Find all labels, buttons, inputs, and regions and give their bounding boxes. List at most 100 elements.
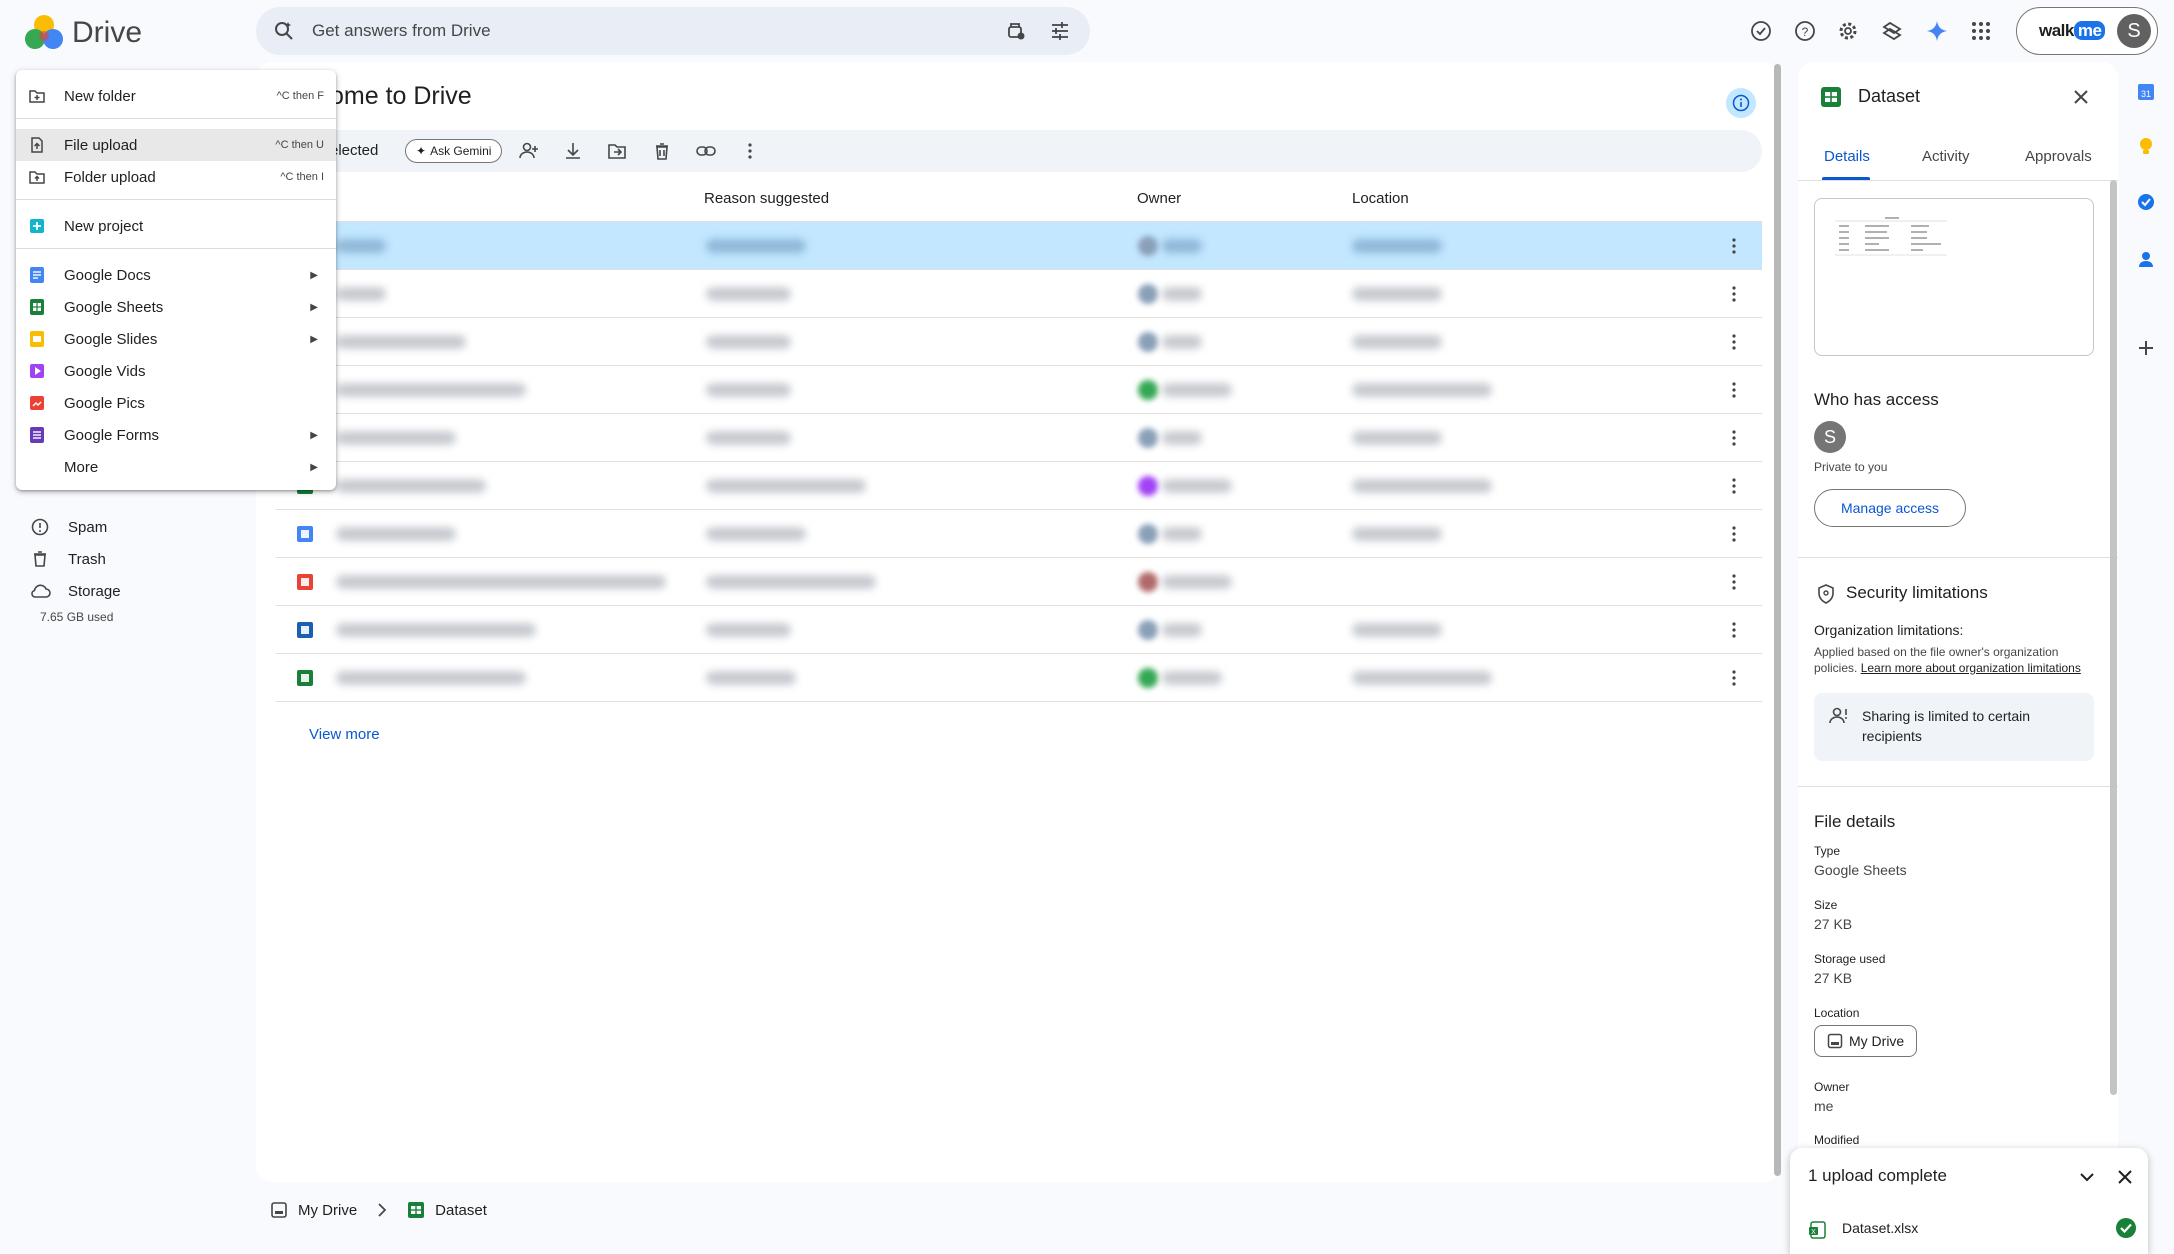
more-vert-icon[interactable] (1722, 330, 1746, 354)
file-row[interactable] (276, 654, 1762, 702)
sheets-icon (1820, 86, 1842, 108)
file-row[interactable] (276, 462, 1762, 510)
view-more-link[interactable]: View more (309, 726, 380, 743)
menu-item-google-vids[interactable]: Google Vids (16, 355, 336, 387)
forms-icon (28, 426, 46, 444)
file-row[interactable] (276, 318, 1762, 366)
tab-activity[interactable]: Activity (1922, 148, 1970, 165)
reason-blurred (706, 239, 806, 253)
tab-details[interactable]: Details (1824, 148, 1870, 165)
search-icon[interactable] (272, 19, 296, 43)
row-gap (1514, 270, 1689, 317)
sidebar-item-spam[interactable]: Spam (28, 511, 107, 543)
file-row[interactable] (276, 366, 1762, 414)
menu-item-google-forms[interactable]: Google Forms ▶ (16, 419, 336, 451)
add-icon[interactable] (2132, 334, 2160, 362)
owner-blurred (1162, 623, 1202, 637)
details-scrollbar[interactable] (2110, 180, 2117, 1095)
sidebar-item-label: Spam (68, 518, 108, 536)
file-row[interactable] (276, 270, 1762, 318)
more-vert-icon[interactable] (1722, 666, 1746, 690)
move-icon[interactable] (604, 138, 630, 164)
tasks-icon[interactable] (2132, 188, 2160, 216)
drive-logo[interactable] (24, 12, 64, 52)
keep-icon[interactable] (2132, 132, 2160, 160)
close-icon[interactable] (2114, 1166, 2136, 1188)
apps-grid-icon[interactable] (1966, 16, 1996, 46)
owner-avatar (1138, 668, 1158, 688)
menu-item-google-slides[interactable]: Google Slides ▶ (16, 323, 336, 355)
owner-blurred (1162, 383, 1232, 397)
more-vert-icon[interactable] (1722, 234, 1746, 258)
menu-item-new-project[interactable]: New project (16, 210, 336, 242)
menu-item-shortcut: ^C then F (276, 90, 324, 102)
search-options-icon[interactable] (1048, 19, 1072, 43)
details-file-name: Dataset (1858, 86, 1921, 106)
gemini-icon[interactable] (1922, 16, 1952, 46)
search-placeholder[interactable]: Get answers from Drive (312, 21, 491, 41)
file-preview[interactable] (1814, 198, 2094, 356)
link-icon[interactable] (693, 138, 719, 164)
more-vert-icon[interactable] (1722, 522, 1746, 546)
file-name-blurred (336, 623, 536, 637)
menu-item-file-upload[interactable]: File upload ^C then U (16, 129, 336, 161)
search-settings-icon[interactable] (1004, 19, 1028, 43)
sidebar-item-storage[interactable]: Storage (28, 575, 121, 607)
file-row[interactable] (276, 222, 1762, 270)
menu-item-more[interactable]: More ▶ (16, 451, 336, 483)
file-row[interactable] (276, 510, 1762, 558)
column-location[interactable]: Location (1352, 190, 1409, 207)
sidebar-item-trash[interactable]: Trash (28, 543, 106, 575)
close-icon[interactable] (2068, 84, 2094, 110)
extensions-icon[interactable] (1877, 16, 1907, 46)
location-chip[interactable]: My Drive (1814, 1025, 1918, 1057)
breadcrumb-current[interactable]: Dataset (435, 1202, 487, 1219)
column-owner[interactable]: Owner (1137, 190, 1181, 207)
info-icon[interactable] (1726, 88, 1756, 118)
manage-access-button[interactable]: Manage access (1814, 489, 1966, 527)
calendar-icon[interactable]: 31 (2132, 78, 2160, 106)
chevron-down-icon[interactable] (2076, 1166, 2098, 1188)
menu-item-google-sheets[interactable]: Google Sheets ▶ (16, 291, 336, 323)
menu-item-google-pics[interactable]: Google Pics (16, 387, 336, 419)
tab-approvals[interactable]: Approvals (2025, 148, 2092, 165)
menu-divider (16, 199, 336, 200)
more-vert-icon[interactable] (1722, 570, 1746, 594)
column-reason[interactable]: Reason suggested (704, 190, 829, 207)
settings-icon[interactable] (1833, 16, 1863, 46)
walkme-logo[interactable]: walk me (2039, 21, 2106, 41)
file-row[interactable] (276, 558, 1762, 606)
account-chip[interactable]: walk me S (2016, 7, 2158, 55)
main-scrollbar[interactable] (1774, 64, 1781, 1176)
more-vert-icon[interactable] (1722, 474, 1746, 498)
account-avatar[interactable]: S (2117, 14, 2151, 48)
access-avatar[interactable]: S (1814, 421, 1846, 453)
org-learn-more-link[interactable]: Learn more about organization limitation… (1861, 661, 2081, 675)
file-row[interactable] (276, 606, 1762, 654)
app-title[interactable]: Drive (72, 16, 142, 50)
reason-blurred (706, 575, 876, 589)
more-vert-icon[interactable] (1722, 378, 1746, 402)
file-row[interactable] (276, 414, 1762, 462)
menu-item-folder-upload[interactable]: Folder upload ^C then I (16, 161, 336, 193)
help-icon[interactable]: ? (1790, 16, 1820, 46)
ask-gemini-button[interactable]: ✦ Ask Gemini (405, 139, 503, 163)
search-bar[interactable]: Get answers from Drive (256, 7, 1090, 55)
share-icon[interactable] (516, 138, 542, 164)
contacts-icon[interactable] (2132, 245, 2160, 273)
offline-ready-icon[interactable] (1746, 16, 1776, 46)
more-vert-icon[interactable] (737, 138, 763, 164)
trash-icon[interactable] (649, 138, 675, 164)
breadcrumb-root[interactable]: My Drive (298, 1202, 357, 1219)
uploaded-file-name[interactable]: Dataset.xlsx (1842, 1220, 1918, 1236)
docs-icon (28, 266, 46, 284)
menu-item-new-folder[interactable]: New folder ^C then F (16, 80, 336, 112)
owner-avatar (1138, 572, 1158, 592)
menu-item-google-docs[interactable]: Google Docs ▶ (16, 259, 336, 291)
download-icon[interactable] (560, 138, 586, 164)
more-vert-icon[interactable] (1722, 282, 1746, 306)
more-vert-icon[interactable] (1722, 618, 1746, 642)
location-blurred (1352, 335, 1442, 349)
docs-file-icon (296, 525, 314, 543)
more-vert-icon[interactable] (1722, 426, 1746, 450)
